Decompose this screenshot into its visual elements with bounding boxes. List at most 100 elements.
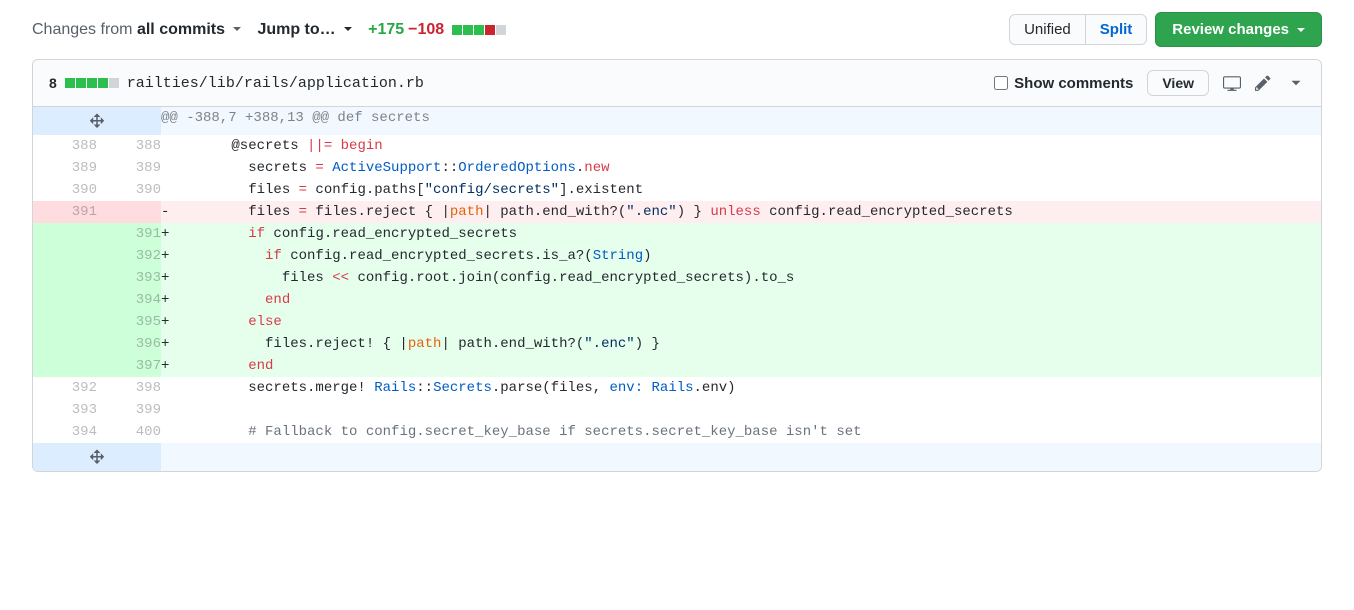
old-line-number[interactable]: 392	[33, 377, 97, 399]
file-stat-squares	[65, 78, 119, 88]
old-line-number[interactable]	[33, 223, 97, 245]
old-line-number[interactable]	[33, 245, 97, 267]
review-changes-label: Review changes	[1172, 21, 1289, 38]
caret-down-icon	[233, 27, 241, 31]
new-line-number[interactable]: 394	[97, 289, 161, 311]
diff-line: 394+ end	[33, 289, 1321, 311]
new-line-number[interactable]: 391	[97, 223, 161, 245]
old-line-number[interactable]	[33, 311, 97, 333]
diff-code[interactable]: secrets.merge! Rails::Secrets.parse(file…	[181, 377, 1321, 399]
diff-code[interactable]: files << config.root.join(config.read_en…	[181, 267, 1321, 289]
stat-square-neutral	[496, 25, 506, 35]
diff-marker	[161, 377, 181, 399]
diff-marker: +	[161, 223, 181, 245]
diff-marker: -	[161, 201, 181, 223]
diff-code[interactable]: if config.read_encrypted_secrets.is_a?(S…	[181, 245, 1321, 267]
old-line-number[interactable]: 390	[33, 179, 97, 201]
diff-code[interactable]: files = files.reject { |path| path.end_w…	[181, 201, 1321, 223]
diff-code[interactable]: else	[181, 311, 1321, 333]
new-line-number[interactable]: 397	[97, 355, 161, 377]
file-header: 8 railties/lib/rails/application.rb Show…	[33, 60, 1321, 107]
old-line-number[interactable]	[33, 355, 97, 377]
diff-code[interactable]: end	[181, 289, 1321, 311]
changes-from-value: all commits	[137, 21, 225, 38]
diff-line: 391+ if config.read_encrypted_secrets	[33, 223, 1321, 245]
diff-line: 390390 files = config.paths["config/secr…	[33, 179, 1321, 201]
show-comments-checkbox[interactable]	[994, 76, 1008, 90]
toolbar-left: Changes from all commits Jump to… +175 −…	[32, 21, 1001, 39]
old-line-number[interactable]: 391	[33, 201, 97, 223]
new-line-number[interactable]: 395	[97, 311, 161, 333]
diff-marker	[161, 399, 181, 421]
view-mode-group: Unified Split	[1009, 14, 1147, 45]
file-path[interactable]: railties/lib/rails/application.rb	[127, 75, 424, 92]
old-line-number[interactable]: 394	[33, 421, 97, 443]
new-line-number[interactable]: 396	[97, 333, 161, 355]
diff-marker	[161, 179, 181, 201]
diff-code[interactable]: end	[181, 355, 1321, 377]
diff-code[interactable]: # Fallback to config.secret_key_base if …	[181, 421, 1321, 443]
new-line-number[interactable]: 390	[97, 179, 161, 201]
hunk-header-row: @@ -388,7 +388,13 @@ def secrets	[33, 107, 1321, 135]
diff-marker: +	[161, 289, 181, 311]
jump-to-label: Jump to…	[257, 21, 335, 38]
expand-hunk-row	[33, 443, 1321, 471]
diff-code[interactable]: secrets = ActiveSupport::OrderedOptions.…	[181, 157, 1321, 179]
stat-square-neutral	[109, 78, 119, 88]
diff-line: 393399	[33, 399, 1321, 421]
pencil-icon[interactable]	[1255, 74, 1273, 92]
stat-squares	[452, 25, 506, 35]
diff-code[interactable]: if config.read_encrypted_secrets	[181, 223, 1321, 245]
diff-code[interactable]: files = config.paths["config/secrets"].e…	[181, 179, 1321, 201]
expand-hunk-button[interactable]	[33, 107, 161, 135]
jump-to-dropdown[interactable]: Jump to…	[257, 21, 352, 39]
diff-stats: +175 −108	[368, 21, 506, 39]
stat-square-add	[87, 78, 97, 88]
file-change-count: 8	[49, 75, 57, 91]
new-line-number[interactable]: 400	[97, 421, 161, 443]
stat-square-add	[98, 78, 108, 88]
chevron-down-icon[interactable]	[1287, 74, 1305, 92]
old-line-number[interactable]	[33, 267, 97, 289]
new-line-number[interactable]	[97, 201, 161, 223]
diff-code[interactable]: @secrets ||= begin	[181, 135, 1321, 157]
diff-table: @@ -388,7 +388,13 @@ def secrets388388 @…	[33, 107, 1321, 471]
old-line-number[interactable]	[33, 333, 97, 355]
diff-line: 393+ files << config.root.join(config.re…	[33, 267, 1321, 289]
desktop-icon[interactable]	[1223, 74, 1241, 92]
new-line-number[interactable]: 392	[97, 245, 161, 267]
stat-square-add	[76, 78, 86, 88]
show-comments-toggle[interactable]: Show comments	[994, 75, 1133, 92]
old-line-number[interactable]	[33, 289, 97, 311]
file-header-left: 8 railties/lib/rails/application.rb	[49, 75, 994, 92]
deletions-count: −108	[408, 21, 444, 39]
old-line-number[interactable]: 393	[33, 399, 97, 421]
diff-line: 392+ if config.read_encrypted_secrets.is…	[33, 245, 1321, 267]
changes-from-dropdown[interactable]: Changes from all commits	[32, 21, 241, 39]
stat-square-add	[65, 78, 75, 88]
file-header-right: Show comments View	[994, 70, 1305, 96]
show-comments-label: Show comments	[1014, 75, 1133, 92]
diff-code[interactable]	[181, 399, 1321, 421]
unified-button[interactable]: Unified	[1009, 14, 1086, 45]
toolbar-right: Unified Split Review changes	[1009, 12, 1322, 47]
diff-line: 395+ else	[33, 311, 1321, 333]
expand-hunk-button[interactable]	[33, 443, 161, 471]
caret-down-icon	[344, 27, 352, 31]
diff-line: 397+ end	[33, 355, 1321, 377]
old-line-number[interactable]: 389	[33, 157, 97, 179]
new-line-number[interactable]: 398	[97, 377, 161, 399]
view-file-button[interactable]: View	[1147, 70, 1209, 96]
new-line-number[interactable]: 389	[97, 157, 161, 179]
split-button[interactable]: Split	[1086, 14, 1148, 45]
caret-down-icon	[1297, 28, 1305, 32]
diff-marker	[161, 135, 181, 157]
new-line-number[interactable]: 399	[97, 399, 161, 421]
review-changes-button[interactable]: Review changes	[1155, 12, 1322, 47]
new-line-number[interactable]: 388	[97, 135, 161, 157]
diff-line: 392398 secrets.merge! Rails::Secrets.par…	[33, 377, 1321, 399]
stat-square-del	[485, 25, 495, 35]
diff-code[interactable]: files.reject! { |path| path.end_with?(".…	[181, 333, 1321, 355]
old-line-number[interactable]: 388	[33, 135, 97, 157]
new-line-number[interactable]: 393	[97, 267, 161, 289]
